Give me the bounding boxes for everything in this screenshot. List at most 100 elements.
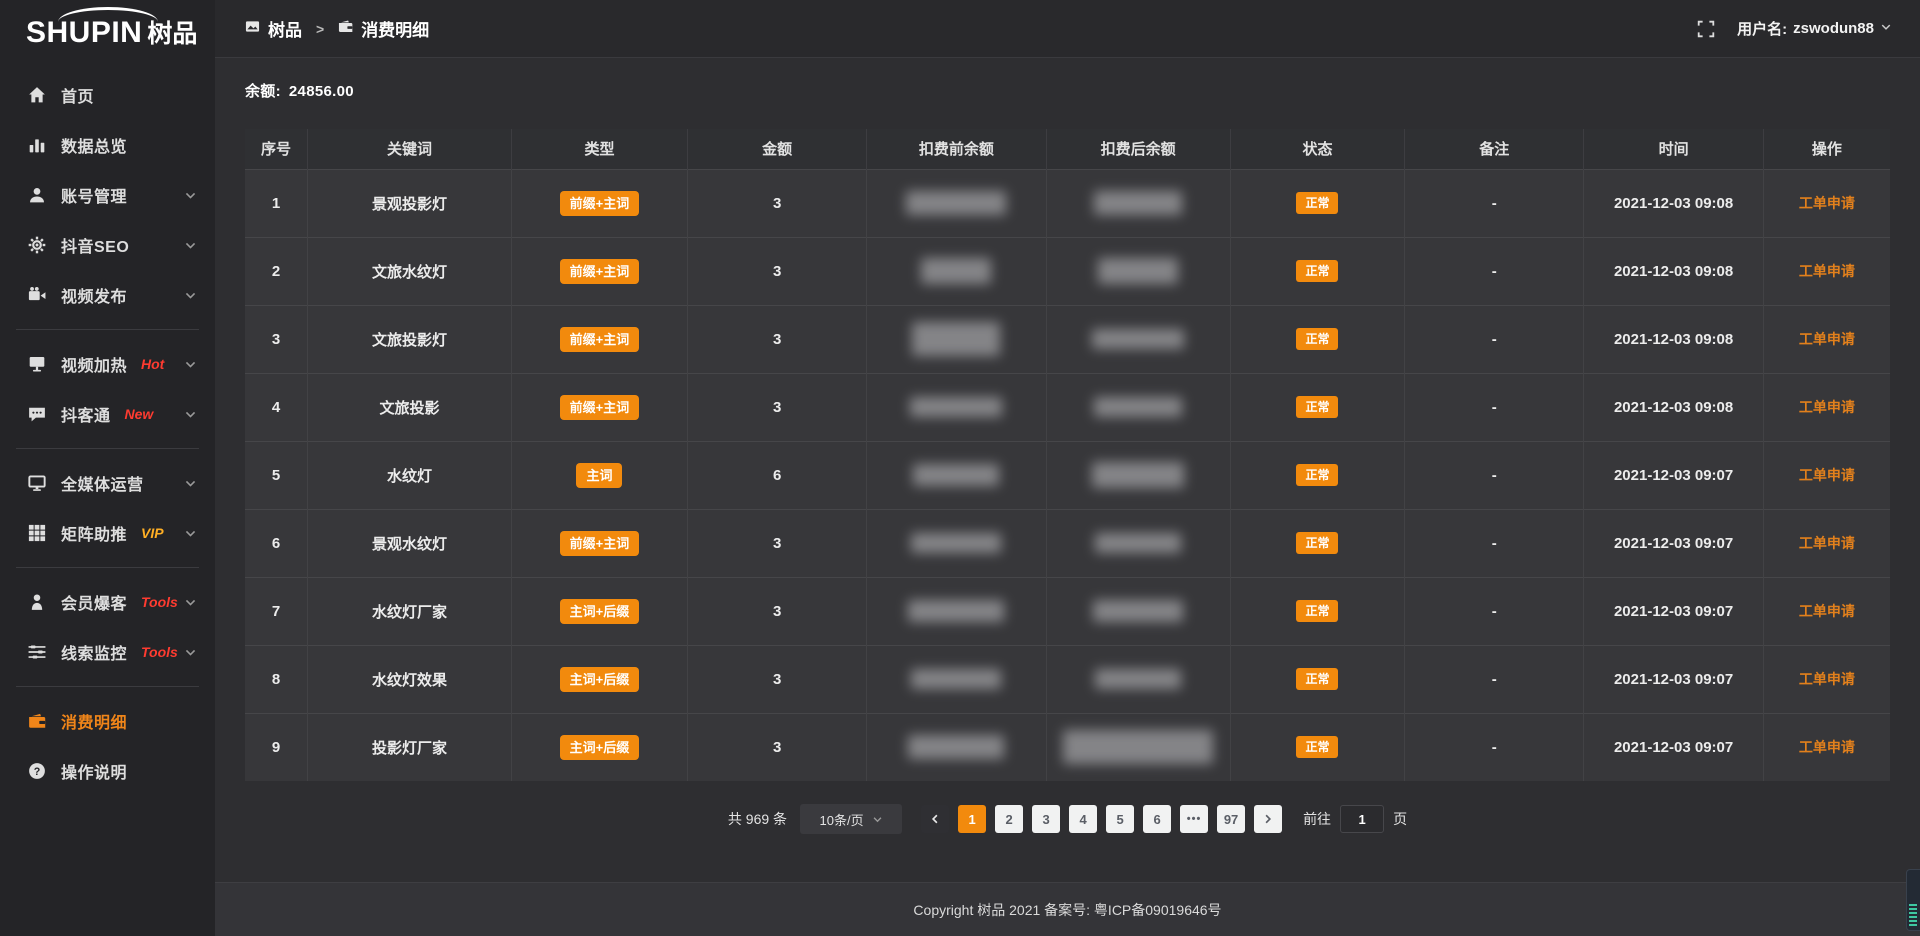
cell-time: 2021-12-03 09:07 [1584,509,1763,577]
sidebar-item-label: 抖音SEO [61,233,129,257]
cell-amount: 3 [687,305,866,373]
sidebar-item-label: 视频发布 [61,283,127,307]
wallet-icon [338,19,353,39]
censored-balance-after [1092,329,1184,349]
sidebar-item-member[interactable]: 会员爆客 Tools [0,577,215,627]
cell-balance-after [1046,169,1230,237]
cell-keyword: 文旅水纹灯 [308,237,512,305]
page-button-5[interactable]: 5 [1106,805,1134,833]
sidebar-item-question[interactable]: ? 操作说明 [0,746,215,796]
sidebar-item-wallet[interactable]: 消费明细 [0,696,215,746]
breadcrumb-item-current[interactable]: 消费明细 [338,16,429,41]
cell-index: 4 [245,373,308,441]
work-order-link[interactable]: 工单申请 [1799,603,1855,619]
work-order-link[interactable]: 工单申请 [1799,399,1855,415]
chevron-down-icon [184,189,197,202]
sidebar-item-chat[interactable]: 抖客通 New [0,389,215,439]
cell-keyword: 文旅投影 [308,373,512,441]
page-button-2[interactable]: 2 [995,805,1023,833]
cell-remark: - [1405,645,1584,713]
work-order-link[interactable]: 工单申请 [1799,195,1855,211]
chevron-down-icon [872,814,883,825]
cell-index: 5 [245,441,308,509]
censored-balance-before [910,397,1002,417]
cell-keyword: 投影灯厂家 [308,713,512,781]
sidebar-item-label: 矩阵助推 [61,521,127,545]
cell-remark: - [1405,373,1584,441]
work-order-link[interactable]: 工单申请 [1799,263,1855,279]
type-badge: 前缀+主词 [560,191,640,216]
status-badge: 正常 [1296,396,1338,418]
column-header: 扣费前余额 [867,129,1046,169]
sidebar-item-sliders[interactable]: 线索监控 Tools [0,627,215,677]
page-button-6[interactable]: 6 [1143,805,1171,833]
page-ellipsis-button[interactable]: ••• [1180,805,1208,833]
type-badge: 前缀+主词 [560,395,640,420]
prev-page-button[interactable] [921,805,949,833]
cell-balance-after [1046,373,1230,441]
censored-balance-after [1092,462,1184,488]
cell-balance-after [1046,305,1230,373]
sidebar-divider [16,567,199,568]
cell-amount: 3 [687,509,866,577]
panel-icon [245,19,260,39]
table-row: 4 文旅投影 前缀+主词 3 正常 - 2021-12-03 09:08 工单申… [245,373,1890,441]
sidebar-item-gear[interactable]: 抖音SEO [0,220,215,270]
sidebar-item-grid[interactable]: 矩阵助推 VIP [0,508,215,558]
cell-balance-before [867,713,1046,781]
consumption-table: 序号关键词类型金额扣费前余额扣费后余额状态备注时间操作 1 景观投影灯 前缀+主… [245,129,1890,781]
user-menu[interactable]: 用户名: zswodun88 [1737,18,1892,39]
cell-remark: - [1405,577,1584,645]
cell-balance-before [867,577,1046,645]
breadcrumb-item-home[interactable]: 树品 [245,16,302,41]
work-order-link[interactable]: 工单申请 [1799,739,1855,755]
cell-amount: 3 [687,169,866,237]
header-tools: 用户名: zswodun88 [1697,18,1892,39]
chevron-down-icon [184,358,197,371]
page-button-97[interactable]: 97 [1217,805,1245,833]
goto-page-input[interactable] [1340,805,1384,833]
status-badge: 正常 [1296,260,1338,282]
page-button-1[interactable]: 1 [958,805,986,833]
brand-logo[interactable]: SHUPIN树品 [0,0,215,62]
table-row: 3 文旅投影灯 前缀+主词 3 正常 - 2021-12-03 09:08 工单… [245,305,1890,373]
type-badge: 主词+后缀 [560,735,640,760]
status-badge: 正常 [1296,328,1338,350]
sidebar-item-label: 视频加热 [61,352,127,376]
page-button-3[interactable]: 3 [1032,805,1060,833]
type-badge: 前缀+主词 [560,531,640,556]
work-order-link[interactable]: 工单申请 [1799,331,1855,347]
breadcrumb-label: 树品 [268,16,302,41]
sidebar-item-screen[interactable]: 视频加热 Hot [0,339,215,389]
cell-type: 主词+后缀 [511,577,687,645]
username-value: zswodun88 [1793,20,1874,37]
cell-type: 主词+后缀 [511,645,687,713]
page-unit-label: 页 [1393,809,1407,829]
sidebar-item-home[interactable]: 首页 [0,70,215,120]
page-button-4[interactable]: 4 [1069,805,1097,833]
sidebar-item-video-camera[interactable]: 视频发布 [0,270,215,320]
cell-balance-after [1046,713,1230,781]
sidebar-item-label: 首页 [61,83,94,107]
cell-index: 6 [245,509,308,577]
fullscreen-icon[interactable] [1697,20,1715,38]
cell-status: 正常 [1230,441,1404,509]
sidebar-item-badge: Tools [141,594,178,610]
censored-balance-before [912,322,1000,356]
cell-type: 前缀+主词 [511,305,687,373]
work-order-link[interactable]: 工单申请 [1799,671,1855,687]
sidebar-item-bar-chart[interactable]: 数据总览 [0,120,215,170]
work-order-link[interactable]: 工单申请 [1799,467,1855,483]
user-icon [28,186,46,204]
cell-index: 1 [245,169,308,237]
sidebar-item-user[interactable]: 账号管理 [0,170,215,220]
page-size-select[interactable]: 10条/页 [800,804,902,834]
top-header: 树品 > 消费明细 用户名: zswodun88 [215,0,1920,58]
work-order-link[interactable]: 工单申请 [1799,535,1855,551]
cell-balance-before [867,237,1046,305]
next-page-button[interactable] [1254,805,1282,833]
support-widget[interactable] [1906,869,1920,931]
sidebar-item-monitor[interactable]: 全媒体运营 [0,458,215,508]
censored-balance-after [1095,533,1181,553]
gear-icon [28,236,46,254]
